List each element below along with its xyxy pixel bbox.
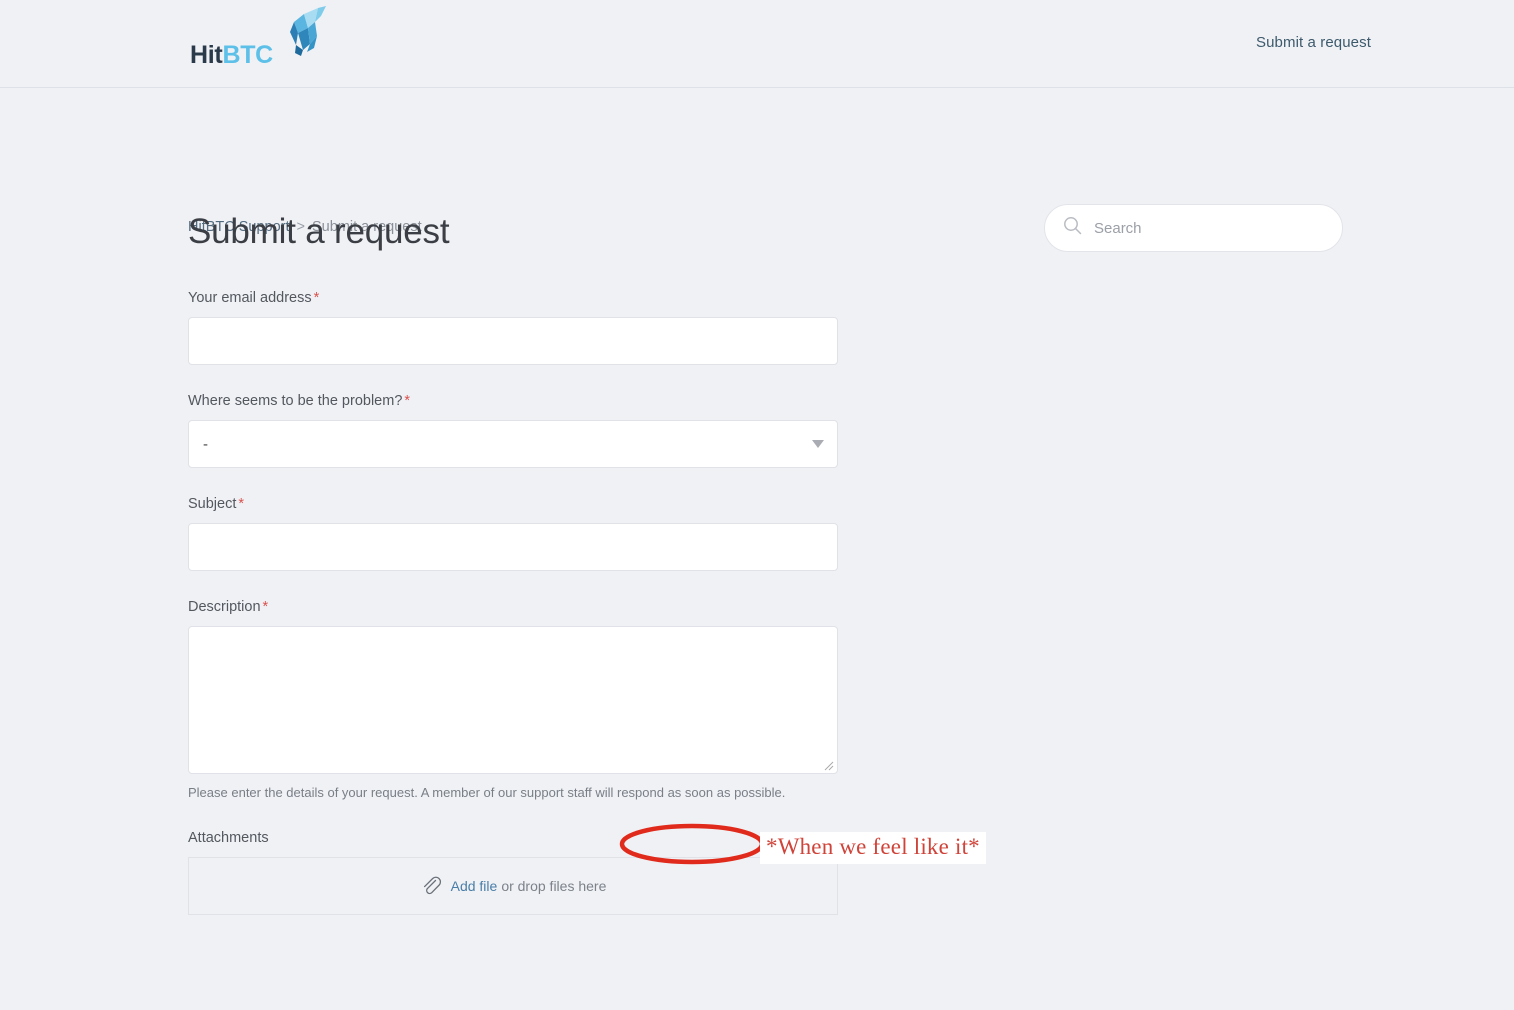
label-text-problem: Where seems to be the problem?	[188, 393, 403, 409]
required-marker-email: *	[313, 290, 320, 306]
bull-head-icon	[274, 6, 328, 61]
description-help-text: Please enter the details of your request…	[188, 785, 786, 800]
attachment-dropzone[interactable]: Add file or drop files here	[188, 857, 838, 915]
paperclip-icon	[420, 875, 442, 897]
field-label-description: Description *	[188, 599, 838, 615]
label-text-subject: Subject	[188, 496, 237, 512]
chevron-down-icon	[812, 440, 824, 448]
main-content: Submit a request Your email address * Whe…	[0, 176, 1514, 915]
subject-input[interactable]	[188, 523, 838, 571]
field-label-email: Your email address *	[188, 290, 838, 306]
field-label-subject: Subject *	[188, 496, 838, 512]
logo-text: HitBTC	[190, 43, 273, 68]
site-logo[interactable]: HitBTC	[190, 6, 328, 74]
submit-request-form: Your email address * Where seems to be th…	[188, 290, 838, 915]
description-textarea[interactable]	[188, 626, 838, 774]
add-file-link[interactable]: Add file	[451, 878, 498, 894]
site-header: HitBTC Submit a request	[0, 0, 1514, 88]
field-problem: Where seems to be the problem? * -	[188, 393, 838, 468]
logo-text-btc: BTC	[222, 41, 273, 69]
annotation-note: *When we feel like it*	[760, 832, 986, 864]
field-subject: Subject *	[188, 496, 838, 571]
label-text-description: Description	[188, 599, 261, 615]
problem-select-value: -	[203, 435, 208, 453]
field-email: Your email address *	[188, 290, 838, 365]
email-input[interactable]	[188, 317, 838, 365]
field-label-problem: Where seems to be the problem? *	[188, 393, 838, 409]
field-description: Description * Please enter the details of…	[188, 599, 838, 800]
drop-files-hint: or drop files here	[501, 878, 607, 894]
header-submit-request-link[interactable]: Submit a request	[1256, 34, 1371, 51]
subbar: HitBTC Support > Submit a request	[0, 88, 1514, 252]
field-attachments: Attachments Add file or drop files here	[188, 830, 838, 915]
description-textarea-wrapper	[188, 626, 838, 774]
required-marker-description: *	[262, 599, 269, 615]
page-title: Submit a request	[188, 212, 450, 251]
problem-select-wrapper[interactable]: -	[188, 420, 838, 468]
required-marker-subject: *	[238, 496, 245, 512]
label-text-email: Your email address	[188, 290, 312, 306]
required-marker-problem: *	[404, 393, 411, 409]
problem-select[interactable]: -	[188, 420, 838, 468]
field-label-attachments: Attachments	[188, 830, 269, 846]
logo-text-hit: Hit	[190, 41, 223, 69]
